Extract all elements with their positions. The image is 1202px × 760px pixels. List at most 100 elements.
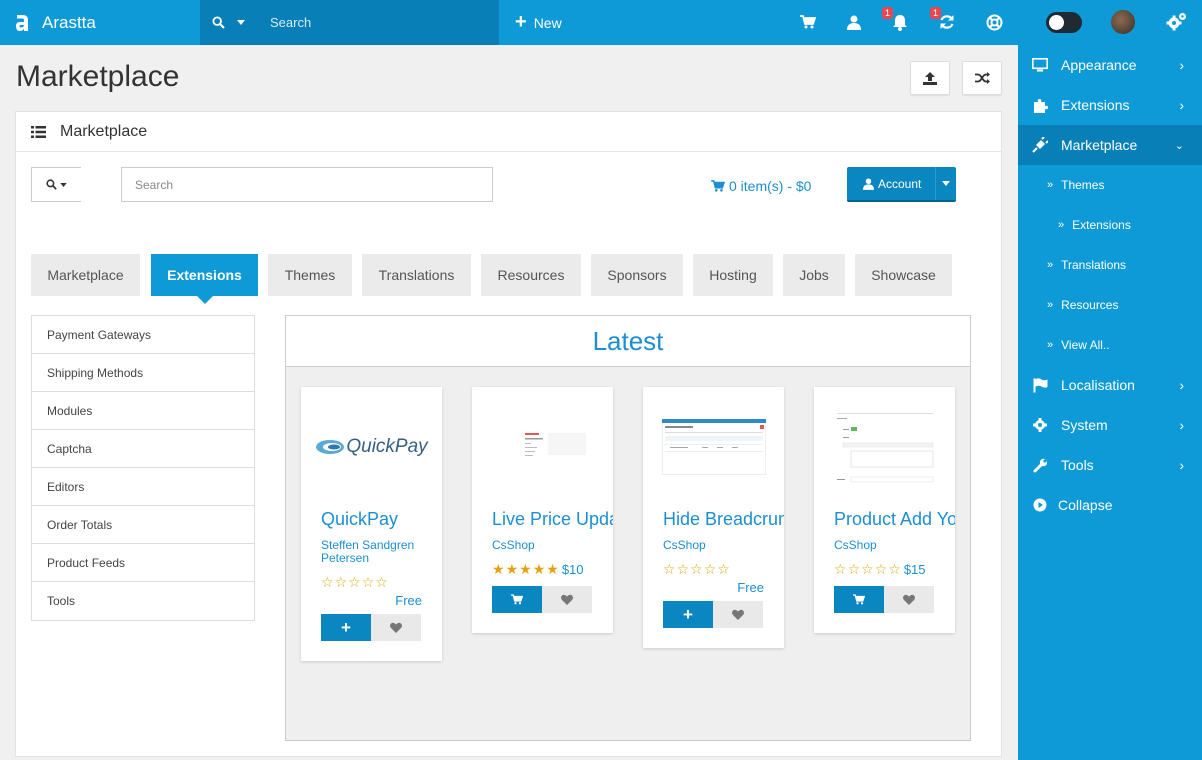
product-thumbnail[interactable] — [814, 387, 955, 507]
cart-icon — [711, 180, 725, 192]
category-item-tools[interactable]: Tools — [32, 582, 254, 620]
sidebar-subitem-translations[interactable]: » Translations — [1018, 245, 1202, 285]
product-author[interactable]: CsShop — [472, 539, 613, 552]
add-to-cart-button[interactable] — [492, 586, 542, 613]
add-to-cart-button[interactable] — [834, 586, 884, 613]
wishlist-button[interactable] — [713, 601, 763, 628]
shuffle-button[interactable] — [962, 61, 1002, 95]
tab-jobs[interactable]: Jobs — [783, 254, 845, 296]
upload-button[interactable] — [910, 61, 950, 95]
install-button[interactable]: + — [321, 614, 371, 641]
sidebar-subitem-view-all[interactable]: » View All.. — [1018, 325, 1202, 365]
sidebar-subitem-themes[interactable]: » Themes — [1018, 165, 1202, 205]
user-icon[interactable] — [844, 12, 864, 32]
category-item-captcha[interactable]: Captcha — [32, 430, 254, 468]
star-empty-icon: ☆ — [361, 574, 376, 590]
product-card-hide-breadcrumb[interactable]: Hide Breadcrumb CsShop ☆☆☆☆☆ Free + — [643, 387, 784, 648]
tab-label: Sponsors — [607, 267, 667, 283]
product-rating: ☆ ☆ ☆ ☆ ☆ — [643, 561, 784, 578]
star-empty-icon: ☆ — [888, 561, 902, 577]
star-empty-icon: ☆ — [874, 561, 889, 577]
category-item-payment-gateways[interactable]: Payment Gateways — [32, 316, 254, 354]
product-card-product-add-youtube[interactable]: Product Add Youtube CsShop ☆☆☆☆☆ $15 — [814, 387, 955, 633]
tab-themes[interactable]: Themes — [268, 254, 352, 296]
sidebar-item-label: Localisation — [1061, 377, 1135, 393]
product-rating: ☆ ☆ ☆ ☆ ☆ — [301, 574, 442, 591]
category-item-editors[interactable]: Editors — [32, 468, 254, 506]
tab-translations[interactable]: Translations — [362, 254, 471, 296]
sidebar-item-system[interactable]: System › — [1018, 405, 1202, 445]
account-caret-button[interactable] — [935, 167, 956, 200]
search-filter-button[interactable] — [31, 167, 81, 202]
product-name[interactable]: Hide Breadcrumb — [643, 507, 784, 531]
double-chevron-right-icon: » — [1047, 179, 1054, 191]
category-item-shipping-methods[interactable]: Shipping Methods — [32, 354, 254, 392]
install-button[interactable]: + — [663, 601, 713, 628]
category-item-order-totals[interactable]: Order Totals — [32, 506, 254, 544]
top-search-filter-button[interactable] — [200, 0, 270, 45]
tab-extensions[interactable]: Extensions — [151, 254, 258, 304]
sidebar-item-collapse[interactable]: Collapse — [1018, 485, 1202, 525]
avatar[interactable] — [1111, 10, 1135, 34]
star-empty-icon: ☆ — [663, 561, 677, 577]
tab-label: Hosting — [709, 267, 757, 283]
gears-icon[interactable] — [1166, 11, 1188, 38]
product-name[interactable]: Live Price Update — [472, 507, 613, 531]
sidebar-item-localisation[interactable]: Localisation › — [1018, 365, 1202, 405]
tab-resources[interactable]: Resources — [481, 254, 581, 296]
cart-text: 0 item(s) - $0 — [729, 178, 812, 194]
arastta-logo-icon — [16, 14, 28, 31]
product-thumbnail[interactable]: QuickPay — [301, 387, 442, 507]
product-author[interactable]: Steffen Sandgren Petersen — [301, 539, 442, 565]
caret-down-icon — [237, 20, 245, 25]
new-button[interactable]: + New — [515, 0, 562, 45]
chevron-right-icon: › — [1179, 457, 1184, 473]
product-card-quickpay[interactable]: QuickPay QuickPay Steffen Sandgren Peter… — [301, 387, 442, 661]
caret-down-icon — [60, 182, 67, 187]
star-empty-icon: ☆ — [834, 561, 848, 577]
cart-summary[interactable]: 0 item(s) - $0 — [711, 178, 811, 194]
tab-showcase[interactable]: Showcase — [855, 254, 952, 296]
sidebar-subitem-label: Translations — [1061, 258, 1127, 272]
sidebar-subitem-extensions[interactable]: » Extensions — [1018, 205, 1202, 245]
sidebar-subitem-label: View All.. — [1061, 338, 1110, 352]
list-icon — [31, 125, 46, 138]
cart-icon[interactable] — [798, 12, 818, 32]
tab-hosting[interactable]: Hosting — [693, 254, 773, 296]
product-name[interactable]: Product Add Youtube — [814, 507, 955, 531]
account-button[interactable]: Account — [847, 177, 935, 191]
sidebar-item-tools[interactable]: Tools › — [1018, 445, 1202, 485]
sidebar-item-label: Tools — [1061, 457, 1094, 473]
tab-marketplace[interactable]: Marketplace — [31, 254, 140, 296]
sidebar-item-appearance[interactable]: Appearance › — [1018, 45, 1202, 85]
wishlist-button[interactable] — [371, 614, 421, 641]
wishlist-button[interactable] — [542, 586, 592, 613]
sidebar-item-extensions[interactable]: Extensions › — [1018, 85, 1202, 125]
product-thumbnail[interactable] — [643, 387, 784, 507]
life-ring-icon[interactable] — [984, 12, 1004, 32]
product-rating: ☆ ☆ ☆ ☆ ☆ $15 — [814, 561, 955, 578]
product-author[interactable]: CsShop — [814, 539, 955, 552]
marketplace-search-input[interactable] — [121, 167, 493, 202]
product-card-live-price-update[interactable]: Live Price Update CsShop ★★★★★ $10 — [472, 387, 613, 633]
top-search-input[interactable] — [270, 15, 480, 30]
sidebar-subitem-label: Themes — [1061, 178, 1105, 192]
product-price: $15 — [903, 562, 926, 577]
heart-icon — [903, 594, 915, 605]
theme-toggle[interactable] — [1046, 12, 1082, 33]
heart-icon — [732, 609, 744, 620]
category-item-modules[interactable]: Modules — [32, 392, 254, 430]
product-name[interactable]: QuickPay — [301, 507, 442, 531]
sidebar-subitem-resources[interactable]: » Resources — [1018, 285, 1202, 325]
heart-icon — [561, 594, 573, 605]
tab-sponsors[interactable]: Sponsors — [591, 254, 683, 296]
product-thumbnail[interactable] — [472, 387, 613, 507]
wishlist-button[interactable] — [884, 586, 934, 613]
sidebar-item-marketplace[interactable]: Marketplace ⌄ — [1018, 125, 1202, 165]
brand[interactable]: Arastta — [0, 0, 200, 45]
category-item-product-feeds[interactable]: Product Feeds — [32, 544, 254, 582]
star-empty-icon: ☆ — [703, 561, 718, 577]
account-dropdown[interactable]: Account — [847, 167, 956, 202]
product-author[interactable]: CsShop — [643, 539, 784, 552]
toggle-knob — [1049, 15, 1064, 30]
